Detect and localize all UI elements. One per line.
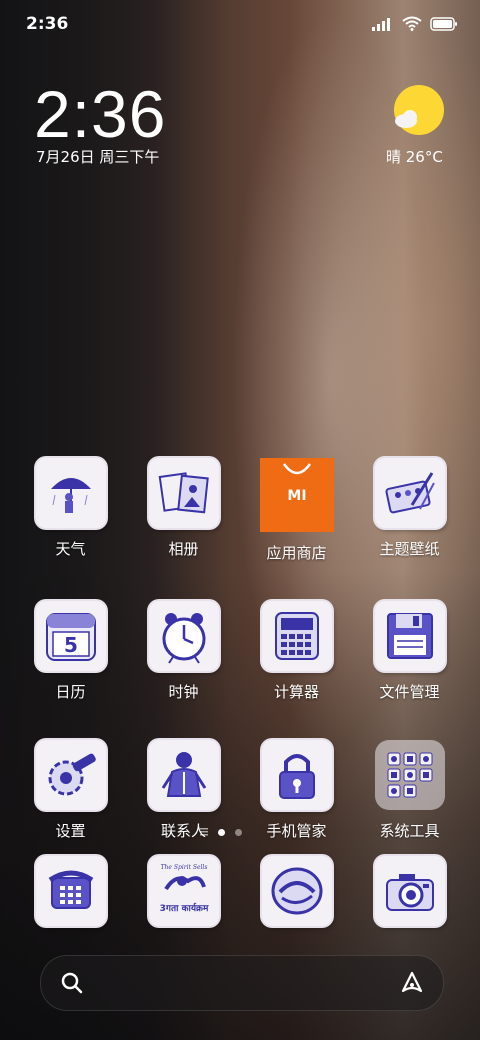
sun-cloud-icon[interactable]	[392, 84, 444, 136]
dock-phone[interactable]	[14, 856, 127, 926]
assistant-icon[interactable]	[399, 970, 425, 996]
app-label-mi-store: 应用商店	[266, 544, 327, 562]
app-settings[interactable]: 设置	[14, 740, 127, 841]
contacts-app-icon	[148, 740, 219, 810]
mi-store-icon: MI	[259, 458, 334, 532]
status-bar: 2:36	[0, 0, 480, 50]
app-calendar[interactable]: 5 日历	[14, 601, 127, 702]
gallery-app-icon	[148, 458, 219, 528]
system-tools-folder-icon	[374, 740, 445, 810]
svg-text:5: 5	[64, 633, 78, 657]
battery-icon	[430, 16, 457, 31]
page-indicator[interactable]	[200, 828, 242, 836]
app-label-clock: 时钟	[168, 683, 199, 701]
app-grid: 天气 相册 MI 应用商店 主题壁纸 5 日历 时钟 计算器 文件管理 设置 联…	[14, 458, 466, 841]
search-bar[interactable]	[40, 955, 444, 1011]
security-app-icon	[261, 740, 332, 810]
menu-lines-icon	[200, 828, 208, 836]
file-manager-icon	[374, 601, 445, 671]
page-dot[interactable]	[235, 828, 242, 836]
app-label-gallery: 相册	[168, 540, 199, 558]
app-security[interactable]: 手机管家	[240, 740, 353, 841]
app-label-system-tools: 系统工具	[379, 822, 440, 840]
dock-messages[interactable]: The Spirit Sells 3गता कार्यक्रम	[127, 856, 240, 926]
app-label-security: 手机管家	[266, 822, 327, 840]
app-calculator[interactable]: 计算器	[240, 601, 353, 702]
search-icon[interactable]	[61, 972, 83, 994]
weather-text: 晴 26°C	[386, 148, 443, 166]
page-dot-active[interactable]	[218, 828, 225, 836]
app-themes[interactable]: 主题壁纸	[353, 458, 466, 563]
clock-app-icon	[148, 601, 219, 671]
status-time: 2:36	[26, 14, 69, 34]
settings-app-icon	[35, 740, 106, 810]
app-label-themes: 主题壁纸	[379, 540, 440, 558]
phone-app-icon	[35, 856, 106, 926]
app-system-tools-folder[interactable]: 系统工具	[353, 740, 466, 841]
app-contacts[interactable]: 联系人	[127, 740, 240, 841]
dock-camera[interactable]	[353, 856, 466, 926]
themes-app-icon	[374, 458, 445, 528]
browser-app-icon	[261, 856, 332, 926]
app-weather[interactable]: 天气	[14, 458, 127, 563]
app-clock[interactable]: 时钟	[127, 601, 240, 702]
svg-text:MI: MI	[287, 488, 306, 504]
dock: The Spirit Sells 3गता कार्यक्रम	[14, 856, 466, 926]
app-gallery[interactable]: 相册	[127, 458, 240, 563]
app-file-manager[interactable]: 文件管理	[353, 601, 466, 702]
signal-icon	[372, 17, 390, 31]
app-label-settings: 设置	[55, 822, 86, 840]
app-label-calculator: 计算器	[273, 683, 319, 701]
camera-app-icon	[374, 856, 445, 926]
app-mi-store[interactable]: MI 应用商店	[240, 458, 353, 563]
clock-widget-date: 7月26日 周三下午	[36, 148, 160, 166]
svg-text:3गता कार्यक्रम: 3गता कार्यक्रम	[159, 902, 208, 914]
clock-widget-time[interactable]: 2:36	[34, 76, 166, 152]
app-label-calendar: 日历	[55, 683, 86, 701]
svg-text:The Spirit Sells: The Spirit Sells	[160, 864, 207, 871]
calendar-app-icon: 5	[35, 601, 106, 671]
dock-browser[interactable]	[240, 856, 353, 926]
calculator-app-icon	[261, 601, 332, 671]
wifi-icon	[402, 16, 422, 31]
weather-app-icon	[35, 458, 106, 528]
app-label-file-manager: 文件管理	[379, 683, 440, 701]
messages-app-icon: The Spirit Sells 3गता कार्यक्रम	[148, 856, 219, 926]
app-label-weather: 天气	[55, 540, 86, 558]
